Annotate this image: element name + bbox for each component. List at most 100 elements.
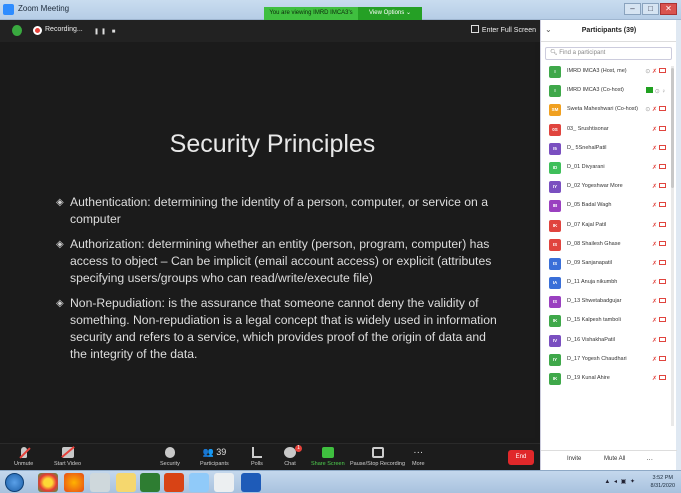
avatar: 0S (549, 123, 561, 136)
video-off-icon (659, 298, 666, 304)
start-video-button[interactable]: Start Video (54, 447, 81, 467)
participant-status-icons[interactable]: ⊙ ✗ (645, 68, 666, 75)
participant-status-icons[interactable]: ✗ (651, 336, 666, 344)
participants-button[interactable]: 👥 39 Participants (200, 447, 229, 467)
avatar: IS (549, 257, 561, 270)
invite-button[interactable]: Invite (567, 456, 581, 462)
participant-status-icons[interactable]: ⊙ ✗ (645, 106, 666, 113)
participant-status-icons[interactable]: ✗ (652, 317, 666, 324)
participant-status-icons[interactable]: ✗ (652, 355, 666, 363)
share-screen-label: Share Screen (311, 461, 345, 467)
participant-row[interactable]: IS D_09 Sanjanapatil ✗ (541, 255, 676, 274)
bullet-marker-icon: ◈ (56, 298, 64, 309)
participant-row[interactable]: IS D_08 Shailesh Ghase ✗ (541, 236, 676, 255)
record-icon (33, 26, 42, 35)
participant-status-icons[interactable]: ✗ (652, 144, 666, 152)
shield-icon (164, 447, 175, 458)
search-placeholder: Find a participant (559, 50, 606, 56)
participant-search-input[interactable]: 🔍︎ Find a participant (545, 47, 672, 60)
muted-mic-icon: ✗ (651, 203, 657, 210)
participant-row[interactable]: IA D_11 Anuja nikumbh ✗ (541, 274, 676, 293)
participant-row[interactable]: IS D_13 Shwetabadgujar ✗ (541, 293, 676, 312)
taskbar-clock[interactable]: 3:52 PM 8/31/2020 (651, 474, 675, 490)
participant-status-icons[interactable]: ✗ (651, 125, 666, 133)
word-icon[interactable] (241, 473, 261, 492)
avatar: I (549, 85, 561, 98)
participant-row[interactable]: I IMRD IMCA3 (Host, me) ⊙ ✗ (541, 63, 676, 82)
system-tray-icons[interactable]: ▲ ◂ ▣ ✦ (604, 478, 636, 485)
participant-row[interactable]: SM Sweta Maheshwari (Co-host) ⊙ ✗ (541, 101, 676, 120)
participant-row[interactable]: I5 D_ 5SnehalPatil ✗ (541, 140, 676, 159)
participant-status-icons[interactable]: ✗ (651, 240, 666, 248)
zoom-taskbar-icon[interactable] (189, 473, 209, 492)
chrome-icon[interactable] (38, 473, 58, 492)
muted-mic-icon: ✗ (651, 337, 657, 344)
video-off-icon (659, 221, 666, 227)
end-meeting-button[interactable]: End (508, 450, 534, 465)
pause-stop-recording-button[interactable]: Pause/Stop Recording (350, 447, 405, 467)
participants-scrollbar[interactable] (671, 66, 674, 426)
bullet-marker-icon: ◈ (56, 239, 64, 250)
polls-button[interactable]: Polls (251, 447, 263, 467)
participant-status-icons[interactable]: ✗ (652, 221, 666, 229)
video-off-icon (659, 317, 666, 323)
notepad-icon[interactable] (214, 473, 234, 492)
folder-icon[interactable] (116, 473, 136, 492)
participant-row[interactable]: IY D_17 Yogesh Chaudhari ✗ (541, 351, 676, 370)
participant-row[interactable]: IK D_19 Kunal Ahire ✗ (541, 370, 676, 389)
participant-status-icons[interactable]: ✗ (652, 375, 666, 382)
share-screen-button[interactable]: Share Screen (311, 447, 345, 467)
presentation-slide: Security Principles ◈ Authentication: det… (10, 42, 535, 438)
maximize-button[interactable]: □ (642, 3, 659, 15)
firefox-icon[interactable] (64, 473, 84, 492)
sharing-icon (645, 87, 653, 94)
avatar: SM (549, 104, 561, 117)
participant-name: IMRD IMCA3 (Host, me) (567, 68, 627, 74)
participant-status-icons[interactable]: ✗ (652, 279, 666, 286)
more-button[interactable]: ··· More (412, 447, 425, 467)
security-button[interactable]: Security (160, 447, 180, 467)
close-button[interactable]: ✕ (660, 3, 677, 15)
participant-row[interactable]: IY D_02 Yogeshwar More ✗ (541, 178, 676, 197)
start-button[interactable] (5, 473, 24, 492)
chat-button[interactable]: Chat (284, 447, 296, 467)
minimize-button[interactable]: – (624, 3, 641, 15)
participant-status-icons[interactable]: ✗ (652, 202, 666, 209)
view-options-button[interactable]: View Options ⌄ (358, 7, 422, 20)
participant-name: D_ 5SnehalPatil (567, 144, 607, 151)
polls-icon (251, 447, 262, 458)
unmute-button[interactable]: Unmute (14, 447, 33, 467)
paint-icon[interactable] (90, 473, 110, 492)
participant-row[interactable]: IV D_16 VishakhaPatil ✗ (541, 332, 676, 351)
participant-row[interactable]: IK D_07 Kajal Patil ✗ (541, 217, 676, 236)
avatar: IY (549, 353, 561, 366)
host-icon: ⊙ (645, 69, 651, 75)
scrollbar-thumb[interactable] (671, 68, 674, 188)
meeting-top-strip: Recording... ❚❚ ■ Enter Full Screen (0, 20, 540, 42)
bullet-authentication: ◈ Authentication: determining the identit… (56, 194, 506, 228)
video-off-icon (659, 144, 666, 150)
powerpoint-icon[interactable] (164, 473, 184, 492)
title-bar: Zoom Meeting You are viewing IMRD IMCA3'… (0, 0, 681, 29)
participant-status-icons[interactable]: ✗ (652, 183, 666, 190)
pause-stop-recording-icons[interactable]: ❚❚ ■ (94, 28, 117, 35)
participant-row[interactable]: I IMRD IMCA3 (Co-host) ⊙ ♀ (541, 82, 676, 101)
muted-mic-icon: ✗ (651, 126, 657, 133)
muted-mic-icon: ✗ (651, 69, 657, 75)
participant-row[interactable]: 0S 03_ Srushtisonar ✗ (541, 121, 676, 140)
muted-mic-icon: ✗ (651, 241, 657, 248)
participant-status-icons[interactable]: ✗ (652, 298, 666, 305)
participant-row[interactable]: ID D_01 Divyarani ✗ (541, 159, 676, 178)
more-options-button[interactable]: ... (646, 453, 653, 462)
participant-status-icons[interactable]: ✗ (652, 163, 666, 171)
participant-row[interactable]: IB D_05 Badal Wagh ✗ (541, 197, 676, 216)
encryption-shield-icon[interactable] (12, 25, 22, 36)
participant-status-icons[interactable]: ✗ (652, 259, 666, 267)
excel-icon[interactable] (140, 473, 160, 492)
zoom-window: Zoom Meeting You are viewing IMRD IMCA3'… (0, 0, 681, 493)
mute-all-button[interactable]: Mute All (604, 456, 625, 462)
participant-status-icons[interactable]: ⊙ ♀ (645, 87, 666, 95)
enter-full-screen-button[interactable]: Enter Full Screen (470, 25, 536, 34)
slide-title: Security Principles (169, 130, 376, 158)
participant-row[interactable]: IK D_15 Kalpesh tamboli ✗ (541, 312, 676, 331)
